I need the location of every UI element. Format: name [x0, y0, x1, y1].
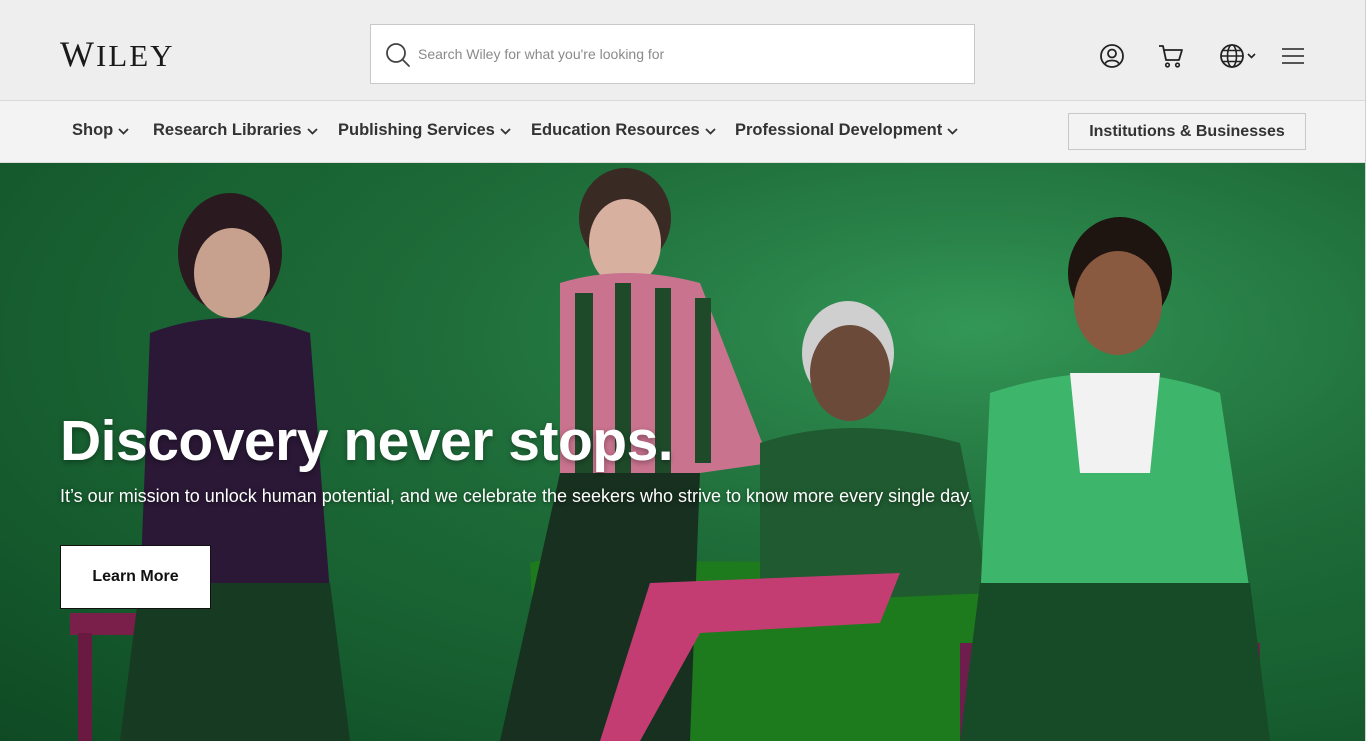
- hero-subtitle: It’s our mission to unlock human potenti…: [60, 486, 973, 506]
- hero-banner: Discovery never stops. It’s our mission …: [0, 163, 1366, 741]
- cart-button[interactable]: [1157, 42, 1185, 70]
- nav-item-research-libraries[interactable]: Research Libraries: [153, 121, 318, 140]
- nav-item-publishing-services[interactable]: Publishing Services: [338, 121, 511, 140]
- chevron-down-icon: [118, 128, 129, 135]
- chevron-down-icon: [500, 128, 511, 135]
- search-icon[interactable]: [385, 42, 411, 68]
- account-icon: [1100, 44, 1124, 68]
- main-nav: Shop Research Libraries Publishing Servi…: [0, 101, 1366, 163]
- hamburger-menu-button[interactable]: [1279, 42, 1307, 70]
- nav-item-label: Research Libraries: [153, 121, 302, 139]
- hamburger-menu-icon: [1282, 48, 1304, 64]
- search-bar[interactable]: [370, 24, 975, 84]
- language-selector[interactable]: [1218, 42, 1256, 70]
- cart-icon: [1159, 45, 1183, 68]
- nav-item-label: Shop: [72, 121, 114, 139]
- chevron-down-icon: [1246, 53, 1256, 59]
- institutions-businesses-button[interactable]: Institutions & Businesses: [1068, 113, 1306, 150]
- wiley-logo[interactable]: WILEY: [60, 36, 175, 74]
- nav-item-professional-development[interactable]: Professional Development: [735, 121, 958, 140]
- learn-more-button[interactable]: Learn More: [60, 545, 211, 609]
- nav-item-shop[interactable]: Shop: [72, 121, 129, 140]
- nav-item-label: Professional Development: [735, 121, 943, 139]
- top-header: WILEY: [0, 0, 1366, 101]
- nav-item-label: Publishing Services: [338, 121, 495, 139]
- nav-item-education-resources[interactable]: Education Resources: [531, 121, 716, 140]
- hero-title: Discovery never stops.: [60, 409, 674, 473]
- account-button[interactable]: [1098, 42, 1126, 70]
- chevron-down-icon: [947, 128, 958, 135]
- nav-item-label: Education Resources: [531, 121, 700, 139]
- search-input[interactable]: [418, 25, 958, 83]
- chevron-down-icon: [306, 128, 318, 135]
- globe-icon: [1219, 44, 1244, 68]
- chevron-down-icon: [705, 128, 716, 135]
